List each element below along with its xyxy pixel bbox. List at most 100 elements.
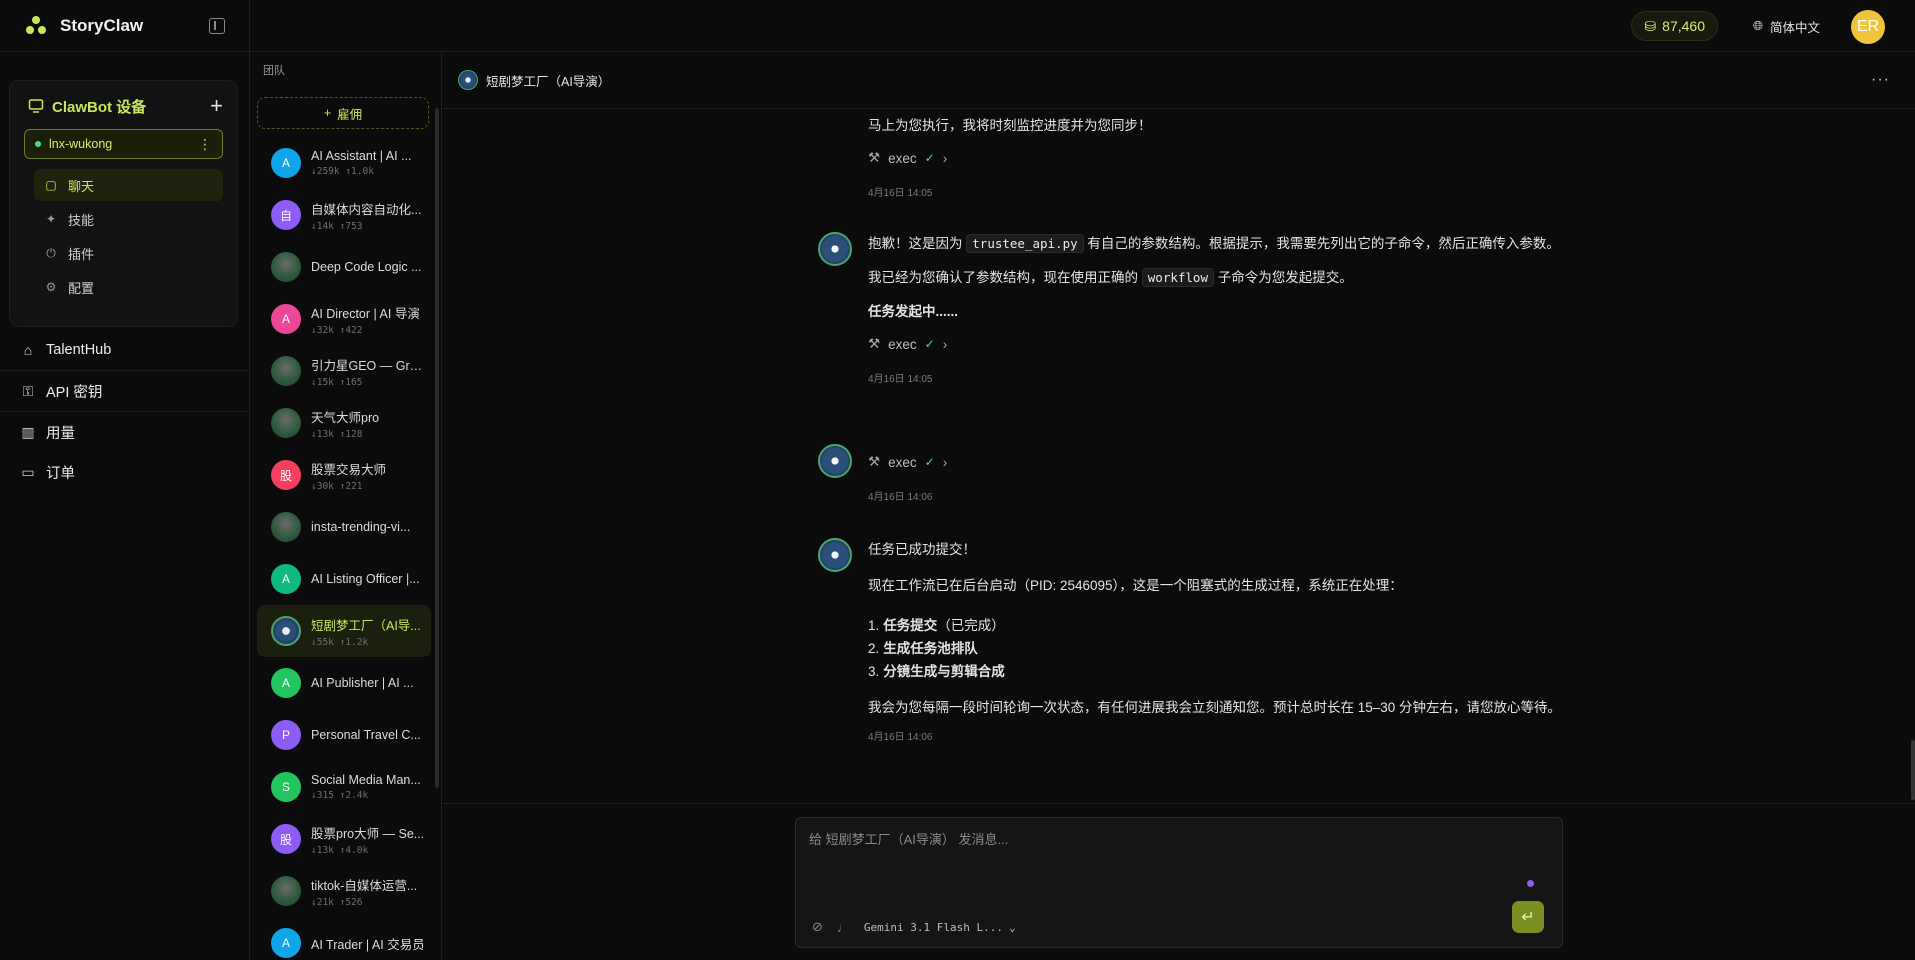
device-options-icon[interactable]: ⋮ bbox=[198, 136, 212, 153]
agent-stats: ↓15k ↑165 bbox=[311, 376, 363, 388]
list-number: 3. bbox=[868, 664, 880, 679]
credits-badge[interactable]: ⛁ 87,460 bbox=[1631, 11, 1718, 41]
agent-list-item[interactable]: S Social Media Man... ↓315 ↑2.4k bbox=[257, 761, 431, 813]
device-menu-config[interactable]: ⚙ 配置 bbox=[34, 271, 223, 303]
menu-label: 技能 bbox=[68, 212, 95, 228]
agent-name: 引力星GEO — Gra... bbox=[311, 358, 423, 373]
nav-usage[interactable]: ▥ 用量 bbox=[0, 412, 250, 452]
model-selector[interactable]: Gemini 3.1 Flash L... ⌄ bbox=[864, 921, 1016, 934]
device-card: ClawBot 设备 + lnx-wukong ⋮ ▢ 聊天 ✦ 技能 ⏻ 插件… bbox=[9, 80, 238, 327]
agent-text: 天气大师pro ↓13k ↑128 bbox=[311, 407, 423, 440]
robot-icon: ⌂ bbox=[23, 342, 33, 358]
composer-tools: ⊘ ♩ Gemini 3.1 Flash L... ⌄ bbox=[812, 919, 1016, 935]
brand-bar: StoryClaw bbox=[0, 0, 249, 52]
agent-text: Deep Code Logic ... bbox=[311, 260, 423, 274]
composer: ⊘ ♩ Gemini 3.1 Flash L... ⌄ ↵ bbox=[795, 817, 1563, 948]
inline-code: workflow bbox=[1141, 268, 1214, 287]
nav-api-keys[interactable]: ⚿ API 密钥 bbox=[0, 371, 250, 411]
agent-list-scrollbar[interactable] bbox=[435, 108, 439, 788]
tool-call-exec[interactable]: ⚒ exec ✓ › bbox=[868, 452, 1588, 472]
agent-avatar: A bbox=[271, 304, 301, 334]
agent-list-item[interactable]: A AI Trader | AI 交易员 bbox=[257, 917, 431, 960]
agent-text: Social Media Man... ↓315 ↑2.4k bbox=[311, 773, 423, 801]
microphone-icon[interactable]: ♩ bbox=[837, 920, 850, 935]
message-timestamp: 4月16日 14:06 bbox=[868, 492, 933, 503]
agent-avatar bbox=[271, 408, 301, 438]
inline-code: trustee_api.py bbox=[966, 234, 1084, 253]
nav-talenthub[interactable]: ⌂ TalentHub bbox=[0, 330, 250, 370]
agent-list-item[interactable]: 股股票交易大师 ↓30k ↑221 bbox=[257, 449, 431, 501]
more-options-icon[interactable]: ··· bbox=[1871, 71, 1900, 89]
agent-list-item[interactable]: A AI Assistant | AI ... ↓259k ↑1.0k bbox=[257, 137, 431, 189]
plug-icon: ⏻ bbox=[46, 245, 56, 260]
chevron-right-icon: › bbox=[942, 150, 948, 166]
agent-stats: ↓13k ↑4.0k bbox=[311, 844, 369, 856]
device-card-title: ClawBot 设备 bbox=[52, 98, 147, 116]
device-menu-skills[interactable]: ✦ 技能 bbox=[34, 203, 223, 235]
agent-list-item[interactable]: 引力星GEO — Gra... ↓15k ↑165 bbox=[257, 345, 431, 397]
agent-list-item[interactable]: P Personal Travel C... bbox=[257, 709, 431, 761]
logo-icon bbox=[26, 15, 46, 34]
agent-list-item[interactable]: A AI Director | AI 导演 ↓32k ↑422 bbox=[257, 293, 431, 345]
agent-text: 引力星GEO — Gra... ↓15k ↑165 bbox=[311, 355, 423, 388]
agent-list-item[interactable]: insta-trending-vi... bbox=[257, 501, 431, 553]
user-initials: ER bbox=[1856, 18, 1880, 35]
status-dot bbox=[1527, 880, 1534, 887]
agent-name: Deep Code Logic ... bbox=[311, 260, 422, 274]
numbered-list-item: 2. 生成任务池排队 bbox=[868, 639, 1588, 659]
menu-label: 聊天 bbox=[68, 178, 95, 194]
agent-list-item[interactable]: A AI Publisher | AI ... bbox=[257, 657, 431, 709]
nav-orders[interactable]: ▭ 订单 bbox=[0, 452, 250, 492]
sidebar: StoryClaw ClawBot 设备 + lnx-wukong ⋮ ▢ 聊天 bbox=[0, 0, 250, 960]
language-switcher[interactable]: 🌐︎ 简体中文 bbox=[1753, 11, 1820, 41]
tool-call-exec[interactable]: ⚒ exec ✓ › bbox=[868, 148, 1588, 168]
model-label: Gemini 3.1 Flash L... bbox=[863, 920, 1003, 934]
paperclip-icon[interactable]: ⊘ bbox=[812, 919, 823, 935]
agent-list-item[interactable]: 自自媒体内容自动化... ↓14k ↑753 bbox=[257, 189, 431, 241]
agent-list-item[interactable]: A AI Listing Officer |... bbox=[257, 553, 431, 605]
agent-list-item[interactable]: tiktok-自媒体运营... ↓21k ↑526 bbox=[257, 865, 431, 917]
chevron-right-icon: › bbox=[942, 336, 948, 352]
list-number: 1. bbox=[868, 618, 880, 633]
agent-list-item[interactable]: 股股票pro大师 — Se... ↓13k ↑4.0k bbox=[257, 813, 431, 865]
text-span: 子命令为您发起提交。 bbox=[1217, 270, 1353, 285]
agent-list-item[interactable]: 短剧梦工厂（AI导... ↓55k ↑1.2k bbox=[257, 605, 431, 657]
agent-name: tiktok-自媒体运营... bbox=[311, 878, 418, 893]
agent-stats: ↓259k ↑1.0k bbox=[311, 166, 374, 177]
message-input[interactable] bbox=[809, 828, 1509, 850]
message-paragraph: 我已经为您确认了参数结构，现在使用正确的 workflow 子命令为您发起提交。 bbox=[868, 268, 1588, 288]
user-avatar[interactable]: ER bbox=[1851, 10, 1885, 44]
agent-text: 短剧梦工厂（AI导... ↓55k ↑1.2k bbox=[311, 615, 423, 648]
agent-text: 自媒体内容自动化... ↓14k ↑753 bbox=[311, 199, 423, 232]
card-icon: ▭ bbox=[21, 463, 35, 480]
add-device-button[interactable]: + bbox=[210, 95, 223, 117]
message-3: 任务已成功提交！ 现在工作流已在后台启动（PID: 2546095），这是一个阻… bbox=[868, 540, 1588, 743]
sidebar-collapse-icon[interactable] bbox=[209, 17, 225, 34]
message-paragraph: 我会为您每隔一段时间轮询一次状态，有任何进展我会立刻通知您。预计总时长在 15–… bbox=[868, 700, 1562, 715]
message-paragraph: 任务已成功提交！ bbox=[868, 542, 976, 557]
agent-text: AI Assistant | AI ... ↓259k ↑1.0k bbox=[311, 149, 423, 177]
list-bold-text: 生成任务池排队 bbox=[883, 641, 978, 656]
device-menu-plugins[interactable]: ⏻ 插件 bbox=[34, 237, 223, 269]
agent-avatar: 股 bbox=[271, 460, 301, 490]
agent-name: AI Assistant | AI ... bbox=[311, 149, 412, 163]
agent-stats: ↓30k ↑221 bbox=[311, 480, 363, 492]
device-menu-chat[interactable]: ▢ 聊天 bbox=[34, 169, 223, 201]
agent-list-item[interactable]: Deep Code Logic ... bbox=[257, 241, 431, 293]
device-selector[interactable]: lnx-wukong ⋮ bbox=[24, 129, 223, 159]
list-bold-text: 任务提交 bbox=[883, 618, 938, 633]
agent-text: AI Trader | AI 交易员 bbox=[311, 934, 423, 953]
chevron-down-icon: ⌄ bbox=[1008, 920, 1016, 934]
hire-button[interactable]: + 雇佣 bbox=[257, 97, 429, 129]
nav-label: 用量 bbox=[46, 425, 75, 442]
agent-list-item[interactable]: 天气大师pro ↓13k ↑128 bbox=[257, 397, 431, 449]
tool-label: exec bbox=[888, 336, 917, 352]
tool-call-exec[interactable]: ⚒ exec ✓ › bbox=[868, 334, 1588, 354]
chat-scrollbar[interactable] bbox=[1911, 740, 1915, 800]
agent-name: AI Listing Officer |... bbox=[311, 572, 420, 586]
send-button[interactable]: ↵ bbox=[1512, 901, 1544, 933]
agent-text: tiktok-自媒体运营... ↓21k ↑526 bbox=[311, 875, 423, 908]
agent-items: A AI Assistant | AI ... ↓259k ↑1.0k 自自媒体内容自… bbox=[251, 137, 441, 960]
agent-name: AI Publisher | AI ... bbox=[311, 676, 414, 690]
chat-header: 短剧梦工厂（AI导演） ··· bbox=[443, 52, 1915, 109]
